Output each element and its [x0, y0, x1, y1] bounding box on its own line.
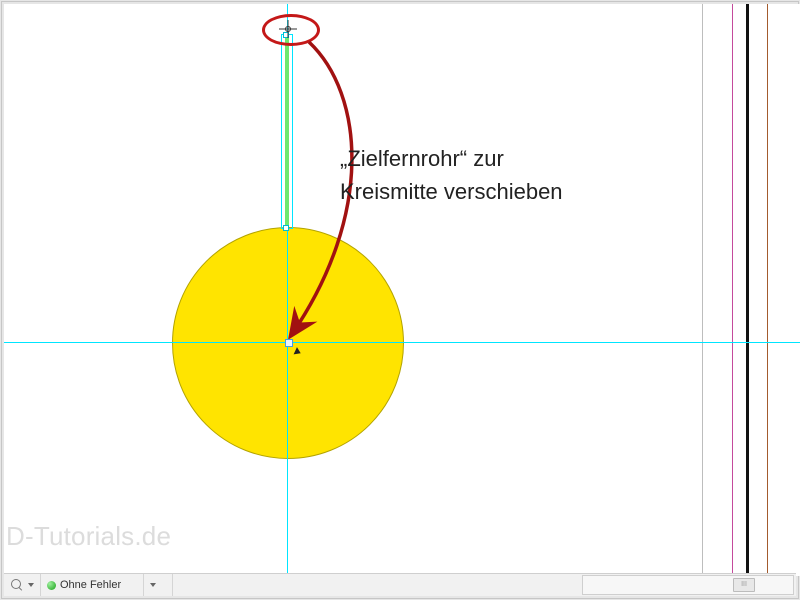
magnifier-icon [10, 578, 24, 592]
status-ok-icon [47, 581, 56, 590]
watermark-text: D-Tutorials.de [6, 521, 171, 552]
status-extra-dropdown[interactable] [144, 574, 173, 596]
snap-target-icon [285, 339, 293, 347]
drawing-canvas[interactable]: „Zielfernrohr“ zur Kreismitte verschiebe… [4, 4, 800, 576]
horizontal-scrollbar[interactable]: III [582, 575, 794, 595]
scrollbar-thumb[interactable]: III [733, 578, 755, 592]
guide-line-brown [767, 4, 768, 576]
annotation-text: „Zielfernrohr“ zur Kreismitte verschiebe… [340, 142, 563, 208]
annotation-line-2: Kreismitte verschieben [340, 175, 563, 208]
annotation-line-1: „Zielfernrohr“ zur [340, 142, 563, 175]
chevron-down-icon [150, 583, 156, 587]
guide-line-pink [732, 4, 733, 576]
status-bar: Ohne Fehler III [4, 573, 796, 596]
page-edge-line [702, 4, 703, 576]
status-text: Ohne Fehler [60, 579, 121, 591]
status-zoom-group[interactable] [4, 574, 41, 596]
chevron-down-icon [28, 583, 34, 587]
page-border-line [746, 4, 749, 576]
status-error-dropdown[interactable]: Ohne Fehler [41, 574, 144, 596]
window-frame: „Zielfernrohr“ zur Kreismitte verschiebe… [1, 1, 799, 599]
